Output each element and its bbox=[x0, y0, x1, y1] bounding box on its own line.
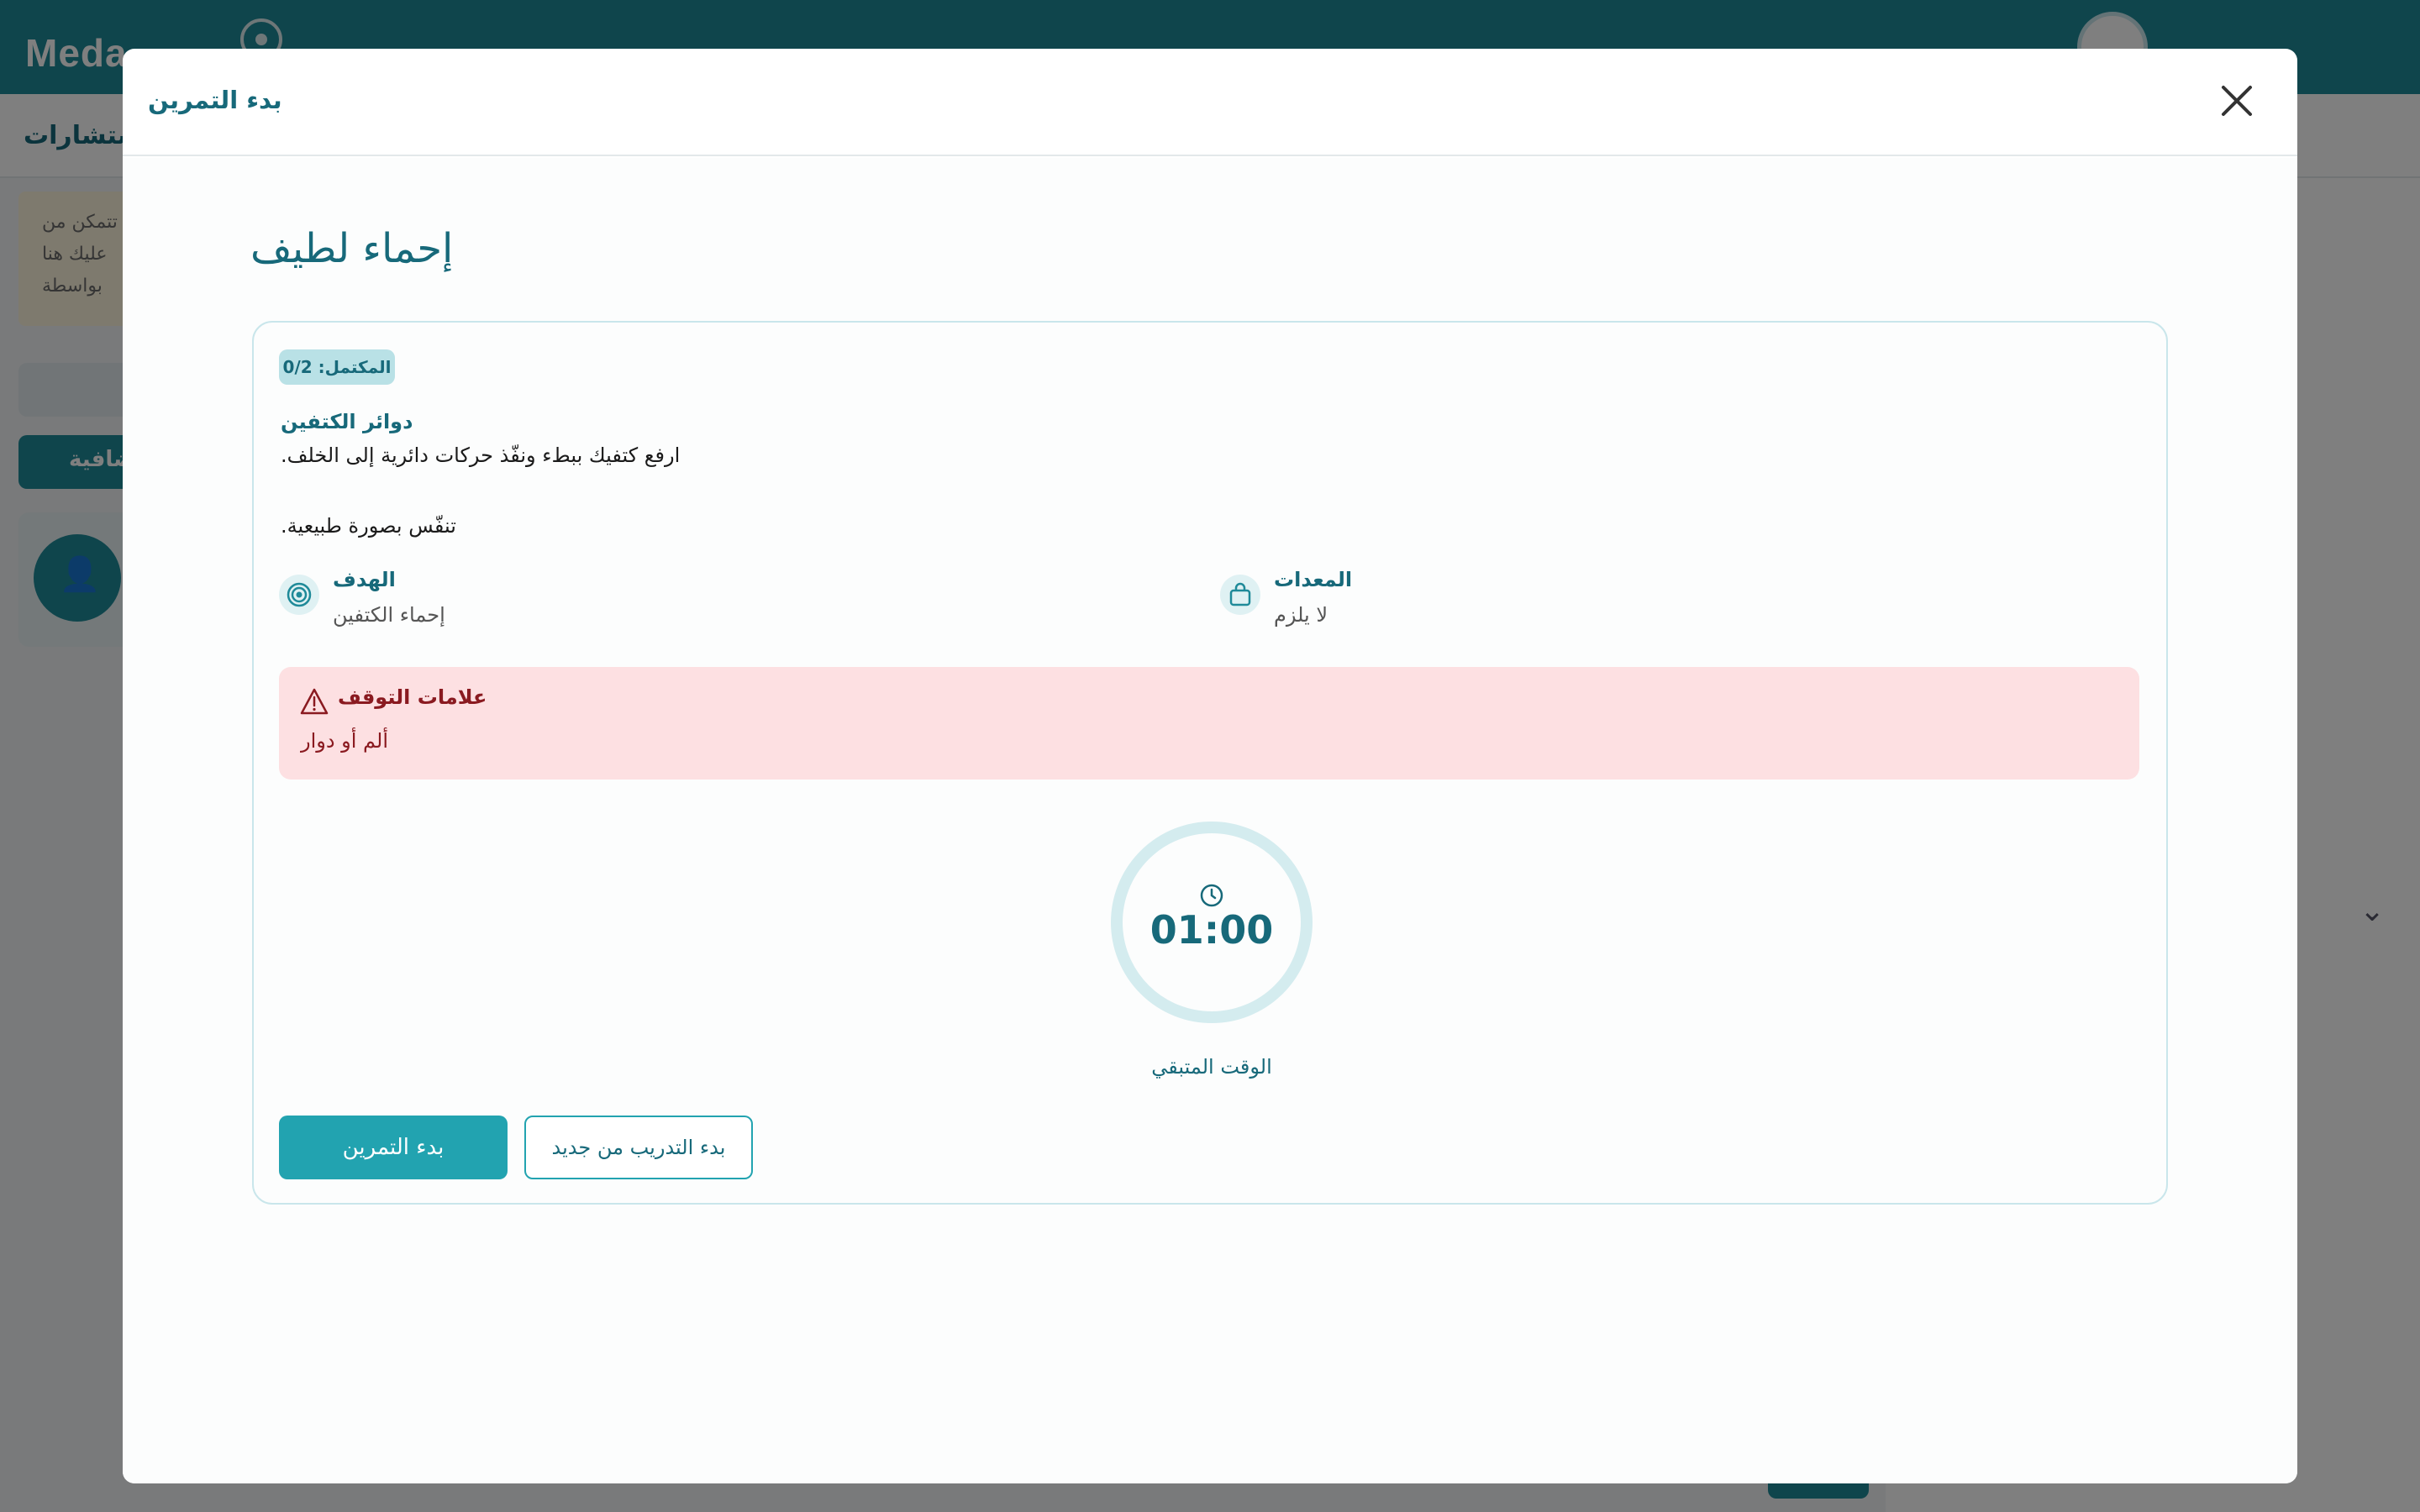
modal-body: إحماء لطيف المكتمل: 0/2 دوائر الكتفين ار… bbox=[123, 158, 2297, 1483]
progress-badge: المكتمل: 0/2 bbox=[279, 349, 395, 385]
start-exercise-button[interactable]: بدء التمرين bbox=[279, 1116, 508, 1179]
equipment-value: لا يلزم bbox=[1274, 603, 1328, 627]
restart-training-button[interactable]: بدء التدريب من جديد bbox=[524, 1116, 753, 1179]
warning-triangle-icon bbox=[299, 687, 329, 719]
close-icon[interactable] bbox=[2210, 74, 2264, 128]
modal-header: بدء التمرين bbox=[123, 49, 2297, 156]
target-icon bbox=[279, 575, 319, 615]
stop-signs-title: علامات التوقف bbox=[338, 685, 487, 709]
stop-signs-alert: علامات التوقف ألم أو دوار bbox=[279, 667, 2139, 780]
goal-label: الهدف bbox=[333, 568, 396, 591]
exercise-modal: بدء التمرين إحماء لطيف المكتمل: 0/2 دوائ… bbox=[123, 49, 2297, 1483]
timer-label: الوقت المتبقي bbox=[1151, 1055, 1272, 1079]
step-instruction: ارفع كتفيك ببطء ونفّذ حركات دائرية إلى ا… bbox=[281, 444, 681, 467]
step-title: دوائر الكتفين bbox=[281, 410, 413, 433]
goal-info: الهدف إحماء الكتفين bbox=[279, 564, 615, 632]
stop-signs-text: ألم أو دوار bbox=[301, 729, 389, 753]
exercise-name: إحماء لطيف bbox=[250, 225, 454, 272]
equipment-label: المعدات bbox=[1274, 568, 1353, 591]
goal-value: إحماء الكتفين bbox=[333, 603, 445, 627]
modal-title: بدء التمرين bbox=[148, 86, 282, 114]
timer-value: 01:00 bbox=[1150, 907, 1274, 953]
exercise-card: المكتمل: 0/2 دوائر الكتفين ارفع كتفيك بب… bbox=[252, 321, 2168, 1205]
equipment-info: المعدات لا يلزم bbox=[1220, 564, 1556, 632]
shopping-bag-icon bbox=[1220, 575, 1260, 615]
step-breathing-note: تنفّس بصورة طبيعية. bbox=[281, 514, 456, 538]
